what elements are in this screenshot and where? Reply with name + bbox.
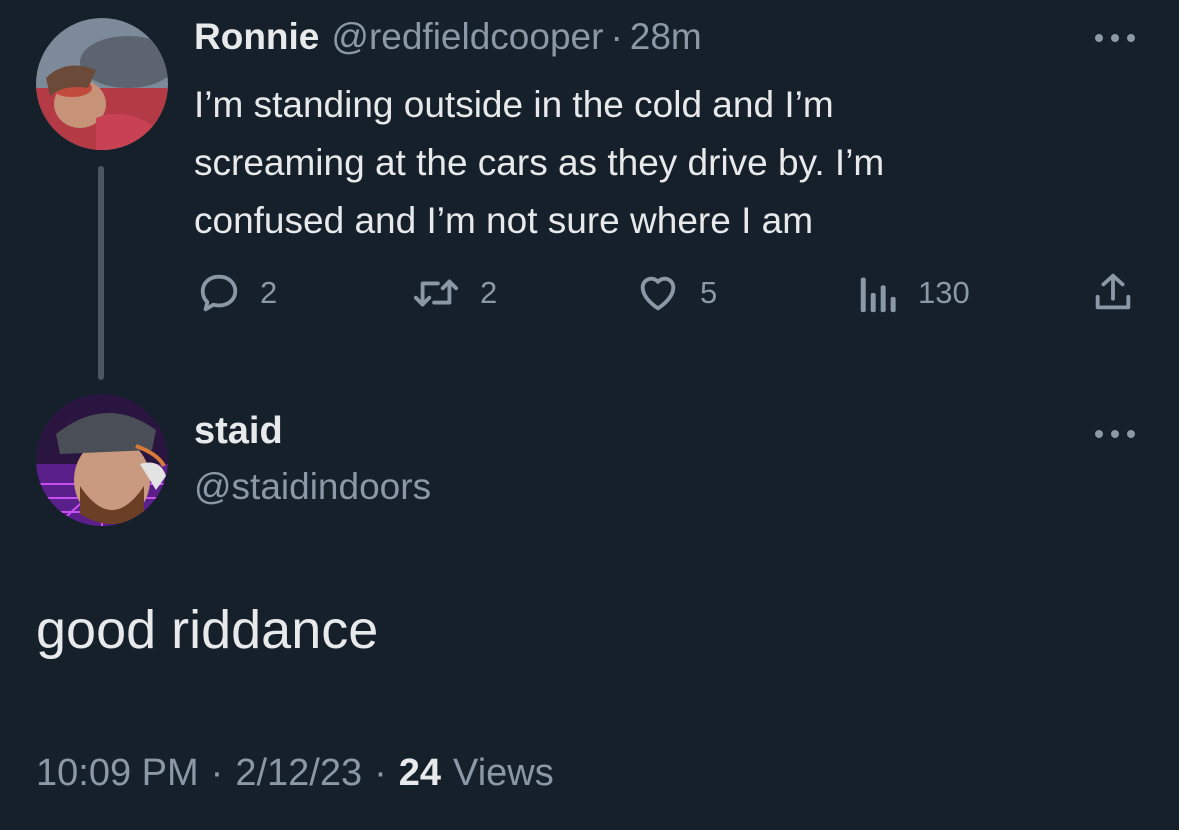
tweet-views-count[interactable]: 24 [399, 752, 441, 795]
reply-action-button[interactable]: 2 [196, 270, 277, 316]
heart-icon [634, 270, 682, 316]
like-count: 5 [700, 275, 718, 310]
reply-avatar[interactable] [36, 394, 168, 526]
thread-connector-line [98, 166, 104, 380]
reply-author-name[interactable]: staid [194, 410, 283, 453]
retweet-arrows-icon [410, 270, 462, 316]
views-count: 130 [918, 275, 970, 310]
meta-separator: · [210, 752, 224, 794]
parent-tweet-header: Ronnie @redfieldcooper · 28m [194, 16, 702, 62]
tweet-views-label: Views [453, 752, 554, 794]
retweet-action-button[interactable]: 2 [410, 270, 497, 316]
more-dots-icon [1095, 430, 1135, 438]
tweet-time[interactable]: 10:09 PM [36, 752, 199, 795]
tweet-date[interactable]: 2/12/23 [235, 752, 362, 795]
avatar-photo [36, 18, 168, 150]
reply-author-handle[interactable]: @staidindoors [194, 466, 431, 508]
upload-share-icon [1090, 270, 1136, 316]
share-action-button[interactable] [1090, 270, 1136, 316]
parent-timestamp[interactable]: 28m [630, 16, 702, 58]
meta-separator: · [374, 752, 387, 794]
avatar-photo [36, 394, 168, 526]
tweet-meta-row: 10:09 PM · 2/12/23 · 24 Views [36, 752, 554, 795]
bar-chart-icon [856, 270, 900, 316]
speech-bubble-icon [196, 270, 242, 316]
header-separator: · [610, 16, 623, 57]
like-action-button[interactable]: 5 [634, 270, 717, 316]
parent-more-button[interactable] [1090, 26, 1140, 50]
reply-count: 2 [260, 275, 278, 310]
parent-author-handle[interactable]: @redfieldcooper [331, 16, 603, 58]
reply-tweet-text: good riddance [36, 600, 379, 660]
reply-more-button[interactable] [1090, 422, 1140, 446]
parent-tweet-text: I’m standing outside in the cold and I’m… [194, 84, 885, 241]
more-dots-icon [1095, 34, 1135, 42]
retweet-count: 2 [480, 275, 498, 310]
parent-author-name[interactable]: Ronnie [194, 16, 319, 58]
parent-avatar[interactable] [36, 18, 168, 150]
views-action-button[interactable]: 130 [856, 270, 970, 316]
